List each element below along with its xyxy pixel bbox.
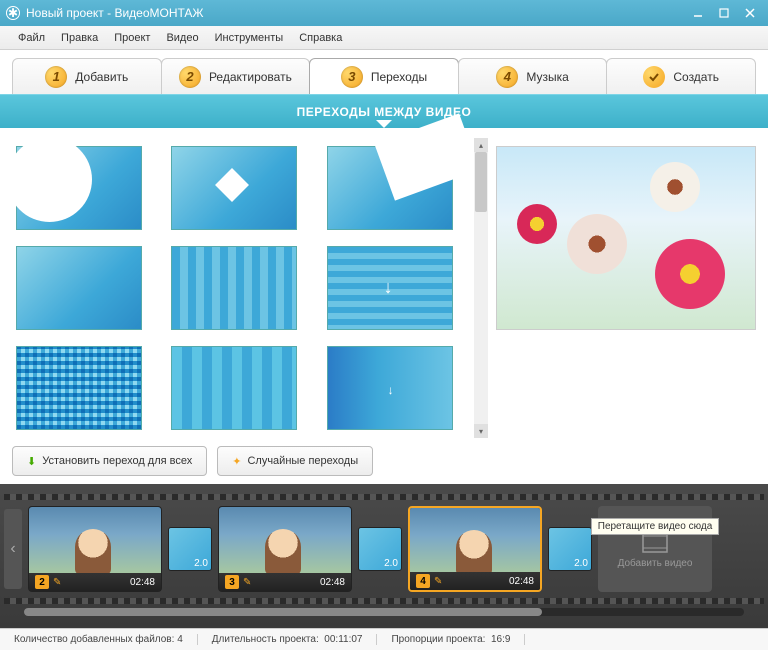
scroll-thumb[interactable] xyxy=(475,152,487,212)
scroll-down-icon[interactable]: ▾ xyxy=(474,424,488,438)
sparkle-icon: ✦ xyxy=(232,455,241,468)
app-icon: ✱ xyxy=(6,6,20,20)
grid-scroll xyxy=(12,138,468,438)
tab-label: Переходы xyxy=(371,70,427,84)
clip-info-bar: 2 ✎ 02:48 xyxy=(29,573,161,591)
step-number-icon: 3 xyxy=(341,66,363,88)
transition-thumb[interactable] xyxy=(171,146,297,230)
menu-video[interactable]: Видео xyxy=(158,32,206,44)
button-label: Случайные переходы xyxy=(247,455,358,467)
download-icon: ⬇ xyxy=(27,455,36,468)
transition-slot[interactable]: 2.0 xyxy=(168,527,212,571)
preview-image xyxy=(655,239,725,309)
menu-edit[interactable]: Правка xyxy=(53,32,106,44)
checkmark-icon xyxy=(643,66,665,88)
menu-project[interactable]: Проект xyxy=(106,32,158,44)
panel-header: ПЕРЕХОДЫ МЕЖДУ ВИДЕО xyxy=(0,94,768,128)
clip-thumbnail xyxy=(219,507,351,575)
preview-pane xyxy=(496,146,756,330)
step-number-icon: 2 xyxy=(179,66,201,88)
window-title: Новый проект - ВидеоМОНТАЖ xyxy=(26,6,684,20)
transition-thumb[interactable] xyxy=(16,246,142,330)
transition-thumb[interactable] xyxy=(16,346,142,430)
transition-slot[interactable]: 2.0 xyxy=(358,527,402,571)
transition-thumb[interactable] xyxy=(327,246,453,330)
transition-duration: 2.0 xyxy=(194,558,208,569)
maximize-button[interactable] xyxy=(712,4,736,22)
titlebar: ✱ Новый проект - ВидеоМОНТАЖ xyxy=(0,0,768,26)
tab-transitions[interactable]: 3 Переходы xyxy=(309,58,459,94)
vertical-scrollbar[interactable]: ▴ ▾ xyxy=(474,138,488,438)
step-number-icon: 4 xyxy=(496,66,518,88)
timeline: ‹ 2 ✎ 02:48 2.0 3 ✎ 02:48 2.0 4 ✎ 02:48 2.0 Пе… xyxy=(0,484,768,628)
add-video-button[interactable]: Перетащите видео сюда Добавить видео xyxy=(598,506,712,592)
timeline-clip[interactable]: 2 ✎ 02:48 xyxy=(28,506,162,592)
clip-thumbnail xyxy=(29,507,161,575)
random-button[interactable]: ✦ Случайные переходы xyxy=(217,446,373,476)
statusbar: Количество добавленных файлов: 4 Длитель… xyxy=(0,628,768,650)
panel-title: ПЕРЕХОДЫ МЕЖДУ ВИДЕО xyxy=(297,105,472,119)
transitions-grid: ▴ ▾ xyxy=(12,138,488,438)
action-row: ⬇ Установить переход для всех ✦ Случайные … xyxy=(0,446,768,484)
tab-music[interactable]: 4 Музыка xyxy=(458,58,608,94)
tab-create[interactable]: Создать xyxy=(606,58,756,94)
pencil-icon[interactable]: ✎ xyxy=(434,576,442,587)
tab-add[interactable]: 1 Добавить xyxy=(12,58,162,94)
preview-image xyxy=(517,204,557,244)
clip-number: 2 xyxy=(35,575,49,589)
preview-image xyxy=(650,162,700,212)
tooltip: Перетащите видео сюда xyxy=(591,518,720,535)
transition-duration: 2.0 xyxy=(384,558,398,569)
main-area: ▴ ▾ xyxy=(0,128,768,446)
transition-thumb[interactable] xyxy=(171,246,297,330)
tab-label: Добавить xyxy=(75,70,128,84)
pencil-icon[interactable]: ✎ xyxy=(53,577,61,588)
scroll-thumb[interactable] xyxy=(24,608,542,616)
apply-all-button[interactable]: ⬇ Установить переход для всех xyxy=(12,446,207,476)
transition-thumb[interactable] xyxy=(327,146,453,230)
tab-edit[interactable]: 2 Редактировать xyxy=(161,58,311,94)
menu-help[interactable]: Справка xyxy=(291,32,350,44)
clip-duration: 02:48 xyxy=(320,577,345,588)
clip-info-bar: 4 ✎ 02:48 xyxy=(410,572,540,590)
preview-image xyxy=(567,214,627,274)
clip-duration: 02:48 xyxy=(509,576,534,587)
transition-thumb[interactable] xyxy=(327,346,453,430)
status-duration: Длительность проекта: 00:11:07 xyxy=(198,634,378,645)
close-button[interactable] xyxy=(738,4,762,22)
add-video-label: Добавить видео xyxy=(618,558,693,569)
clip-info-bar: 3 ✎ 02:48 xyxy=(219,573,351,591)
timeline-clip[interactable]: 4 ✎ 02:48 xyxy=(408,506,542,592)
button-label: Установить переход для всех xyxy=(42,455,192,467)
status-files: Количество добавленных файлов: 4 xyxy=(0,634,198,645)
transition-slot[interactable]: 2.0 xyxy=(548,527,592,571)
clips-row: ‹ 2 ✎ 02:48 2.0 3 ✎ 02:48 2.0 4 ✎ 02:48 2.0 Пе… xyxy=(4,500,764,598)
pencil-icon[interactable]: ✎ xyxy=(243,577,251,588)
menu-file[interactable]: Файл xyxy=(10,32,53,44)
timeline-prev-button[interactable]: ‹ xyxy=(4,509,22,589)
transition-thumb[interactable] xyxy=(171,346,297,430)
status-aspect: Пропорции проекта: 16:9 xyxy=(377,634,525,645)
clip-number: 3 xyxy=(225,575,239,589)
clip-thumbnail xyxy=(410,508,540,576)
scroll-up-icon[interactable]: ▴ xyxy=(474,138,488,152)
step-number-icon: 1 xyxy=(45,66,67,88)
tab-label: Музыка xyxy=(526,70,568,84)
transition-thumb[interactable] xyxy=(16,146,142,230)
timeline-scrollbar[interactable] xyxy=(24,608,744,616)
film-strip-icon xyxy=(4,598,764,604)
menu-tools[interactable]: Инструменты xyxy=(207,32,292,44)
clip-duration: 02:48 xyxy=(130,577,155,588)
minimize-button[interactable] xyxy=(686,4,710,22)
step-tabs: 1 Добавить 2 Редактировать 3 Переходы 4 Музы… xyxy=(0,50,768,94)
timeline-clip[interactable]: 3 ✎ 02:48 xyxy=(218,506,352,592)
tab-label: Создать xyxy=(673,70,719,84)
transition-duration: 2.0 xyxy=(574,558,588,569)
tab-label: Редактировать xyxy=(209,70,292,84)
clip-number: 4 xyxy=(416,574,430,588)
menubar: Файл Правка Проект Видео Инструменты Спр… xyxy=(0,26,768,50)
